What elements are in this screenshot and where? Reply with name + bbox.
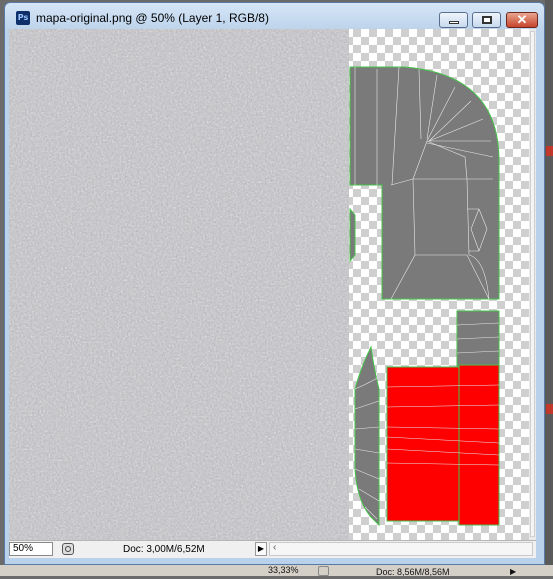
minimize-button[interactable]: [439, 12, 468, 28]
vertical-scroll-thumb[interactable]: [530, 31, 535, 537]
scroll-left-icon[interactable]: ‹: [273, 542, 276, 553]
uv-shell-arch: [349, 66, 500, 300]
background-zoom-level: 33,33%: [268, 565, 299, 575]
photoshop-app-icon: Ps: [16, 11, 30, 25]
background-status-arrow-icon[interactable]: ▶: [510, 566, 516, 577]
uv-shell-sliver: [349, 207, 356, 263]
background-doc-size: Doc: 8,56M/8,56M: [376, 567, 450, 577]
image-canvas[interactable]: [9, 29, 529, 540]
status-bar: 50% Doc: 3,00M/6,52M ▶ ‹: [9, 540, 536, 558]
background-window-edge: [545, 0, 553, 576]
window-title: mapa-original.png @ 50% (Layer 1, RGB/8): [36, 11, 269, 25]
doc-size-info: Doc: 3,00M/6,52M: [123, 544, 205, 555]
close-icon: ✕: [516, 12, 528, 27]
status-info-icon[interactable]: [62, 543, 74, 555]
uv-shell-red-left: [386, 366, 460, 522]
close-button[interactable]: ✕: [506, 12, 538, 28]
zoom-level-field[interactable]: 50%: [9, 542, 53, 556]
maximize-icon: [482, 16, 492, 24]
background-panel-tab: [546, 146, 553, 156]
uv-layout: [349, 66, 500, 527]
maximize-button[interactable]: [472, 12, 501, 28]
uv-shell-red-right: [458, 364, 500, 526]
uv-shell-curved: [354, 345, 380, 527]
background-status-bar: 33,33% Doc: 8,56M/8,56M ▶: [0, 565, 553, 577]
status-menu-arrow-icon[interactable]: ▶: [255, 542, 267, 556]
minimize-icon: [449, 21, 459, 24]
background-panel-tab: [546, 404, 553, 414]
horizontal-scrollbar[interactable]: ‹: [269, 542, 533, 556]
background-status-icon: [318, 566, 329, 576]
vertical-scrollbar[interactable]: [529, 29, 536, 540]
